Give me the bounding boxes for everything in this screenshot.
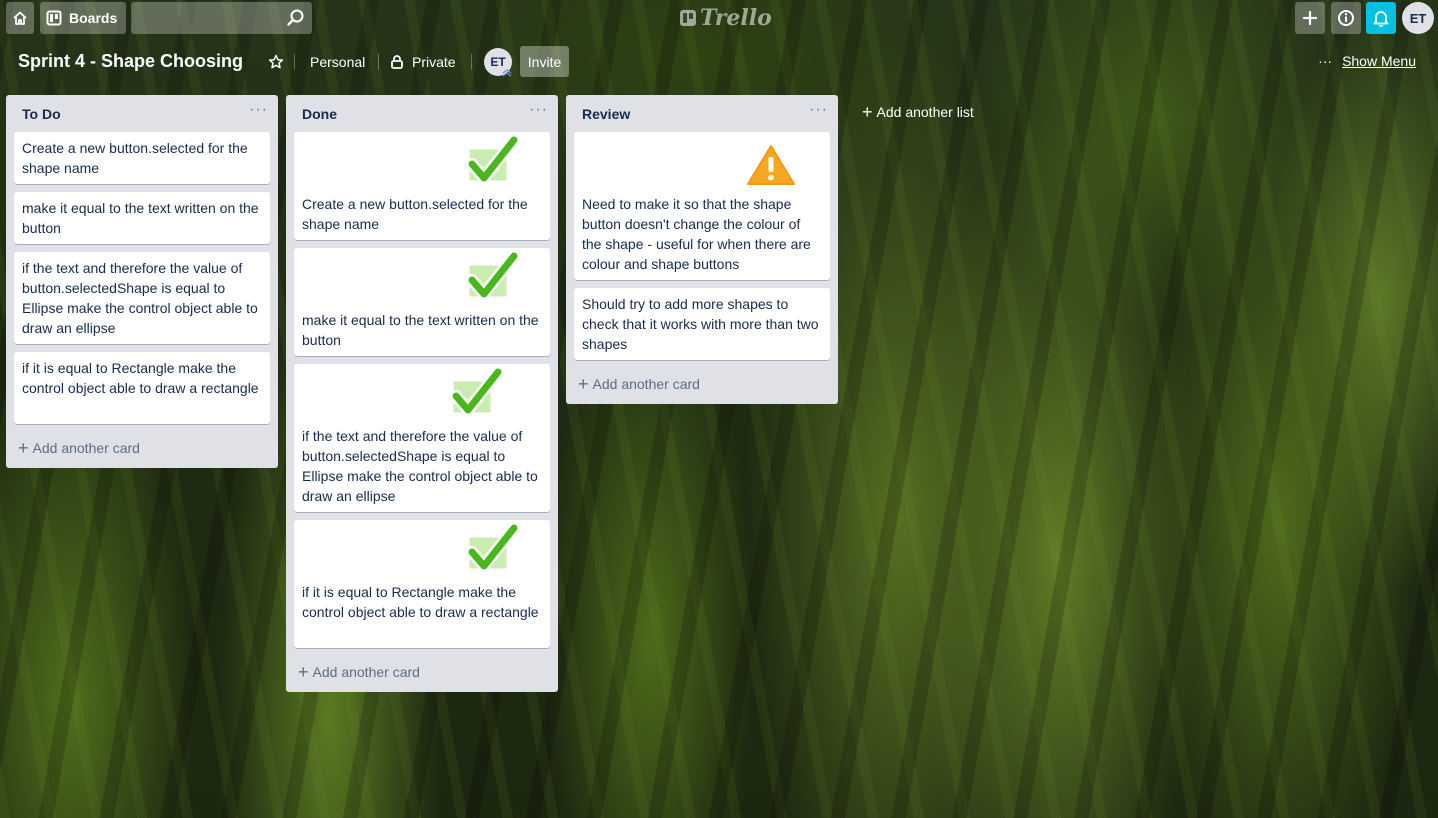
card[interactable]: Create a new button.selected for the sha…	[294, 132, 550, 240]
card[interactable]: make it equal to the text written on the…	[294, 248, 550, 356]
add-list-button[interactable]: + Add another list	[862, 102, 974, 122]
header-divider	[294, 54, 295, 70]
list-header[interactable]: Review ···	[566, 95, 838, 133]
visibility-button[interactable]: Private	[391, 50, 456, 74]
list-menu-icon[interactable]: ···	[529, 101, 548, 119]
visibility-label: Private	[412, 54, 456, 70]
top-header: Boards Trello ET	[0, 0, 1438, 36]
team-label: Personal	[310, 54, 366, 70]
checkmark-sticker-icon	[466, 136, 520, 184]
invite-button[interactable]: Invite	[520, 46, 569, 77]
checkmark-sticker-icon	[466, 524, 520, 572]
card-title: if the text and therefore the value of b…	[22, 260, 258, 336]
card-title: if it is equal to Rectangle make the con…	[22, 360, 259, 396]
card-title: Create a new button.selected for the sha…	[22, 140, 248, 176]
team-button[interactable]: Personal	[310, 50, 365, 74]
home-icon	[13, 11, 27, 25]
boards-label: Boards	[69, 10, 118, 26]
card-title: Need to make it so that the shape button…	[582, 196, 811, 272]
star-icon	[268, 54, 284, 69]
plus-icon: +	[862, 102, 873, 122]
create-button[interactable]	[1295, 2, 1325, 34]
list-header[interactable]: To Do ···	[6, 95, 278, 133]
list-title[interactable]: Review	[582, 106, 630, 122]
show-menu-label: Show Menu	[1342, 53, 1416, 69]
add-list-label: Add another list	[876, 104, 974, 120]
header-divider	[378, 54, 379, 70]
info-button[interactable]	[1331, 2, 1361, 34]
card[interactable]: if it is equal to Rectangle make the con…	[14, 352, 270, 424]
add-card-button[interactable]: + Add another card	[578, 374, 700, 394]
search-input[interactable]	[131, 2, 281, 34]
plus-icon: +	[18, 438, 29, 458]
card[interactable]: Should try to add more shapes to check t…	[574, 288, 830, 360]
header-divider	[471, 54, 472, 70]
add-card-button[interactable]: + Add another card	[18, 438, 140, 458]
show-menu-button[interactable]: ··· Show Menu	[1318, 53, 1416, 69]
invite-label: Invite	[527, 53, 562, 70]
search-icon[interactable]	[286, 8, 306, 28]
card-title: make it equal to the text written on the…	[22, 200, 259, 236]
card[interactable]: if the text and therefore the value of b…	[14, 252, 270, 344]
card[interactable]: make it equal to the text written on the…	[14, 192, 270, 244]
card[interactable]: if the text and therefore the value of b…	[294, 364, 550, 512]
bell-icon	[1373, 11, 1389, 27]
logo-text: Trello	[700, 5, 772, 31]
plus-icon	[1302, 10, 1318, 26]
list-title[interactable]: To Do	[22, 106, 61, 122]
list-menu-icon[interactable]: ···	[809, 101, 828, 119]
checkmark-sticker-icon	[450, 368, 504, 416]
admin-chevron-icon	[502, 69, 512, 77]
list-menu-icon[interactable]: ···	[249, 101, 268, 119]
list-done[interactable]: Done ··· Create a new button.selected fo…	[286, 95, 558, 692]
list-header[interactable]: Done ···	[286, 95, 558, 133]
info-icon	[1338, 10, 1354, 26]
trello-logo-icon	[680, 10, 696, 26]
star-button[interactable]	[268, 50, 284, 74]
card-title: if the text and therefore the value of b…	[302, 428, 538, 504]
lock-icon	[391, 55, 403, 69]
user-avatar[interactable]: ET	[1402, 2, 1434, 34]
card-title: Create a new button.selected for the sha…	[302, 196, 528, 232]
boards-icon	[46, 10, 62, 26]
add-card-label: Add another card	[312, 664, 420, 680]
add-card-button[interactable]: + Add another card	[298, 662, 420, 682]
member-avatar[interactable]: ET	[484, 48, 512, 77]
checkmark-sticker-icon	[466, 252, 520, 300]
list-review[interactable]: Review ··· Need to make it so that the s…	[566, 95, 838, 404]
user-initials: ET	[1409, 10, 1427, 26]
add-card-label: Add another card	[32, 440, 140, 456]
list-to-do[interactable]: To Do ··· Create a new button.selected f…	[6, 95, 278, 468]
board-title[interactable]: Sprint 4 - Shape Choosing	[18, 51, 243, 72]
home-button[interactable]	[6, 2, 34, 34]
card-title: Should try to add more shapes to check t…	[582, 296, 819, 352]
plus-icon: +	[578, 374, 589, 394]
plus-icon: +	[298, 662, 309, 682]
card[interactable]: if it is equal to Rectangle make the con…	[294, 520, 550, 648]
card-title: if it is equal to Rectangle make the con…	[302, 584, 539, 620]
search-box[interactable]	[131, 2, 312, 34]
boards-button[interactable]: Boards	[40, 2, 126, 34]
warning-sticker-icon	[742, 140, 800, 189]
card-title: make it equal to the text written on the…	[302, 312, 539, 348]
member-initials: ET	[490, 55, 506, 69]
add-card-label: Add another card	[592, 376, 700, 392]
trello-logo[interactable]: Trello	[680, 4, 772, 32]
card[interactable]: Create a new button.selected for the sha…	[14, 132, 270, 184]
more-icon: ···	[1318, 53, 1333, 69]
notifications-button[interactable]	[1366, 2, 1396, 34]
list-title[interactable]: Done	[302, 106, 337, 122]
card[interactable]: Need to make it so that the shape button…	[574, 132, 830, 280]
